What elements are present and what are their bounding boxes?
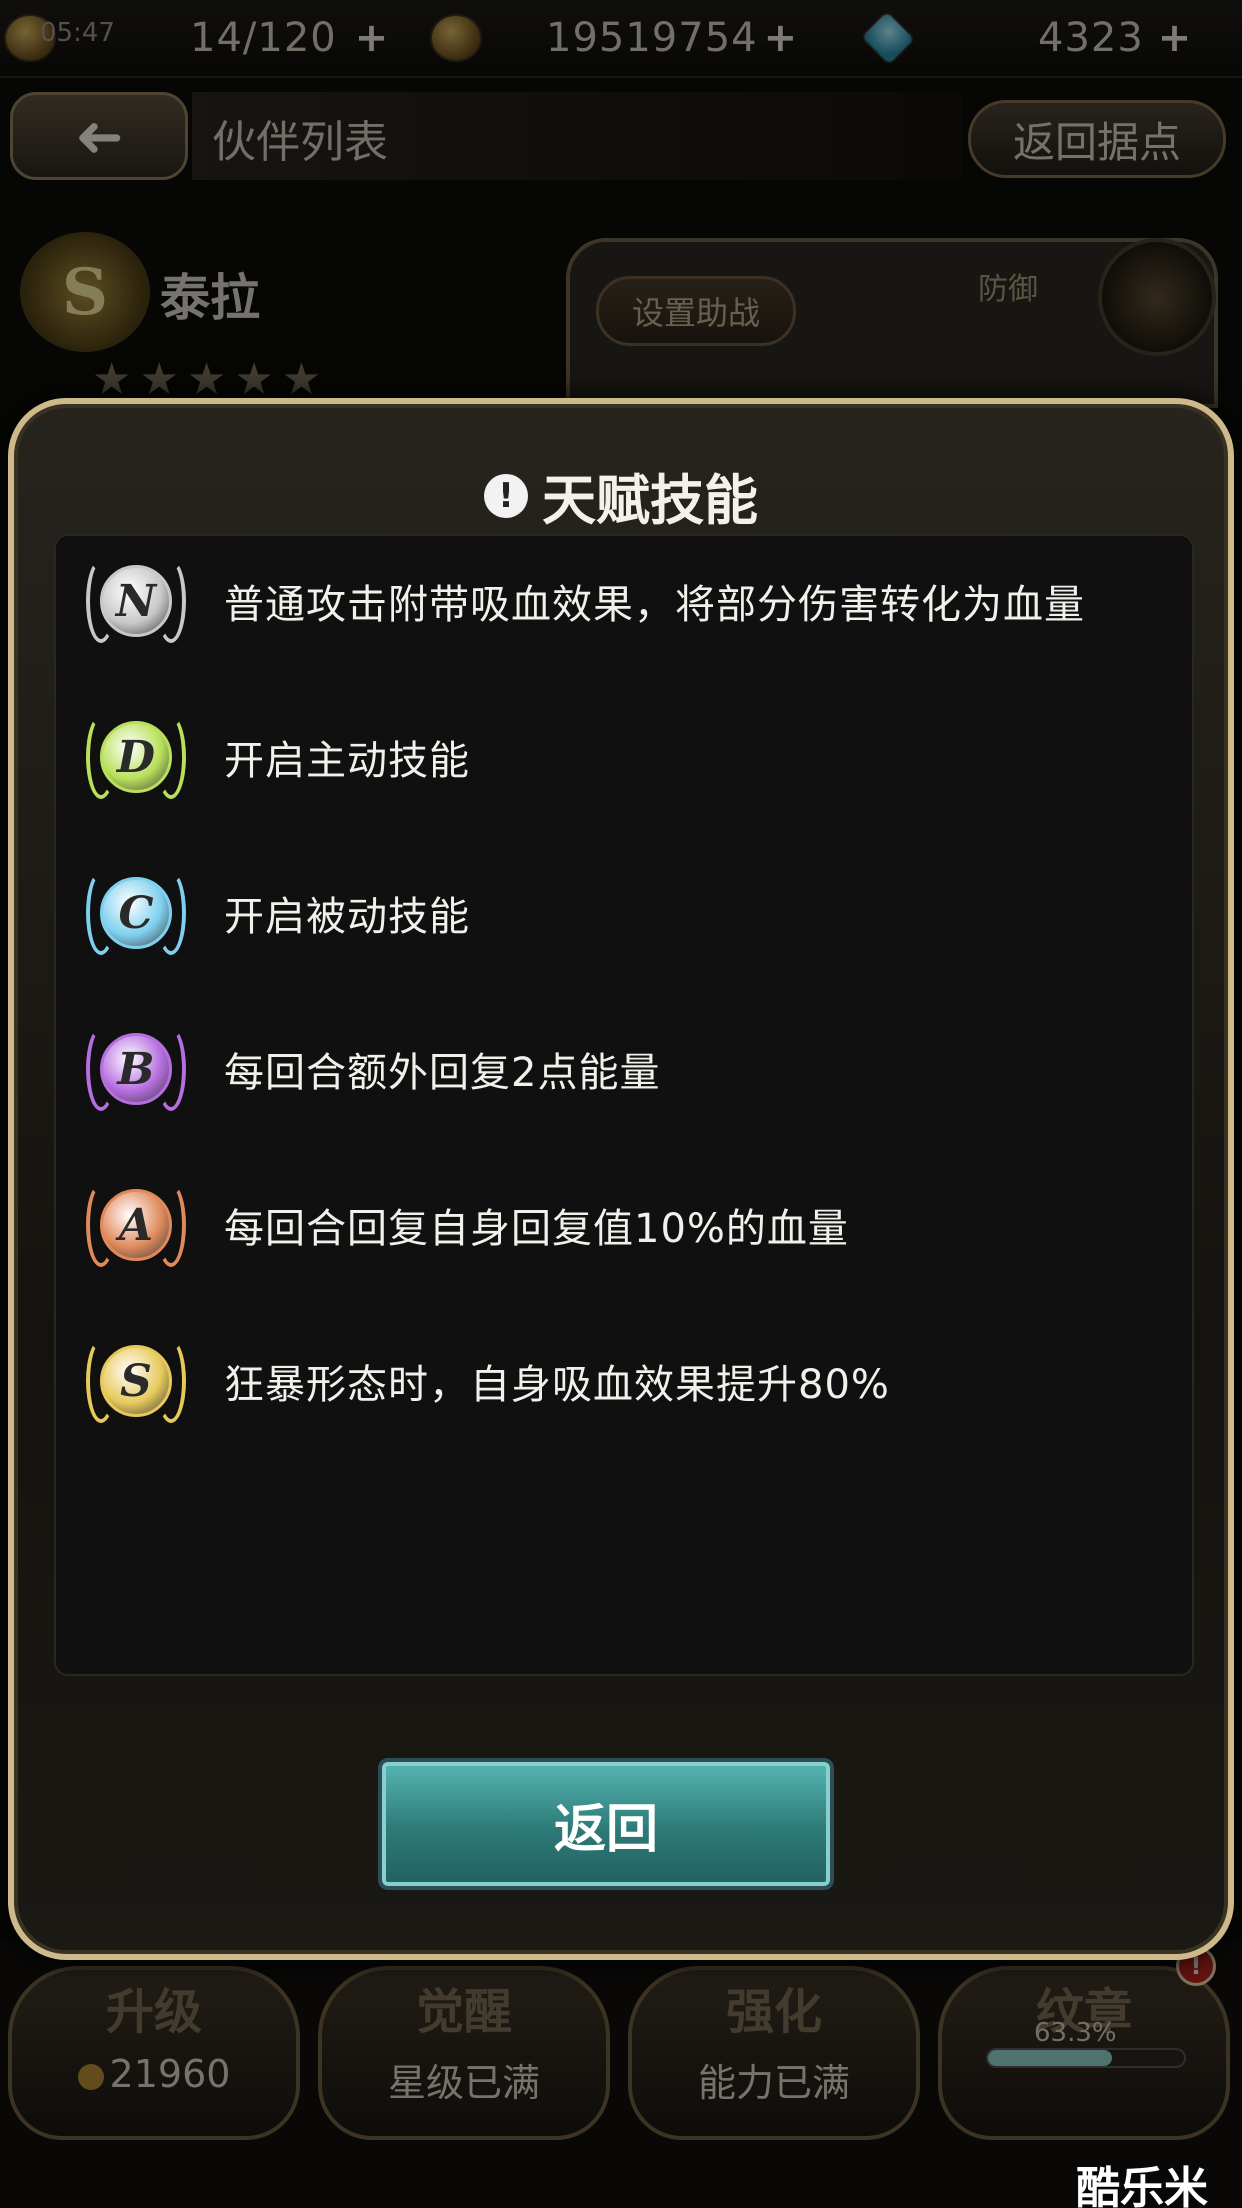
dialog-title: 天赋技能 bbox=[542, 469, 758, 532]
skill-row: S 狂暴形态时，自身吸血效果提升80% bbox=[82, 1326, 1172, 1436]
skill-description: 开启主动技能 bbox=[224, 738, 470, 784]
watermark: 酷乐米 bbox=[1076, 2163, 1208, 2208]
skill-row: A 每回合回复自身回复值10%的血量 bbox=[82, 1170, 1172, 1280]
return-button[interactable]: 返回 bbox=[378, 1758, 834, 1890]
rank-n-badge-icon: N bbox=[82, 551, 190, 651]
skill-row: B 每回合额外回复2点能量 bbox=[82, 1014, 1172, 1124]
dialog-header: ! 天赋技能 bbox=[14, 456, 1228, 535]
skill-description: 开启被动技能 bbox=[224, 894, 470, 940]
rank-d-badge-icon: D bbox=[82, 707, 190, 807]
skill-description: 狂暴形态时，自身吸血效果提升80% bbox=[224, 1362, 890, 1408]
skill-description: 每回合回复自身回复值10%的血量 bbox=[224, 1206, 849, 1252]
skill-description: 普通攻击附带吸血效果，将部分伤害转化为血量 bbox=[224, 582, 1085, 628]
skill-description: 每回合额外回复2点能量 bbox=[224, 1050, 661, 1096]
info-icon: ! bbox=[484, 473, 528, 518]
rank-c-badge-icon: C bbox=[82, 863, 190, 963]
skill-list: N 普通攻击附带吸血效果，将部分伤害转化为血量 D 开启主动技能 C 开启被动技… bbox=[54, 534, 1194, 1676]
skill-row: C 开启被动技能 bbox=[82, 858, 1172, 968]
rank-b-badge-icon: B bbox=[82, 1019, 190, 1119]
talent-skill-dialog: ! 天赋技能 N 普通攻击附带吸血效果，将部分伤害转化为血量 D 开启主动技能 … bbox=[8, 398, 1234, 1960]
skill-row: D 开启主动技能 bbox=[82, 702, 1172, 812]
skill-row: N 普通攻击附带吸血效果，将部分伤害转化为血量 bbox=[82, 546, 1172, 656]
rank-a-badge-icon: A bbox=[82, 1175, 190, 1275]
rank-s-badge-icon: S bbox=[82, 1331, 190, 1431]
